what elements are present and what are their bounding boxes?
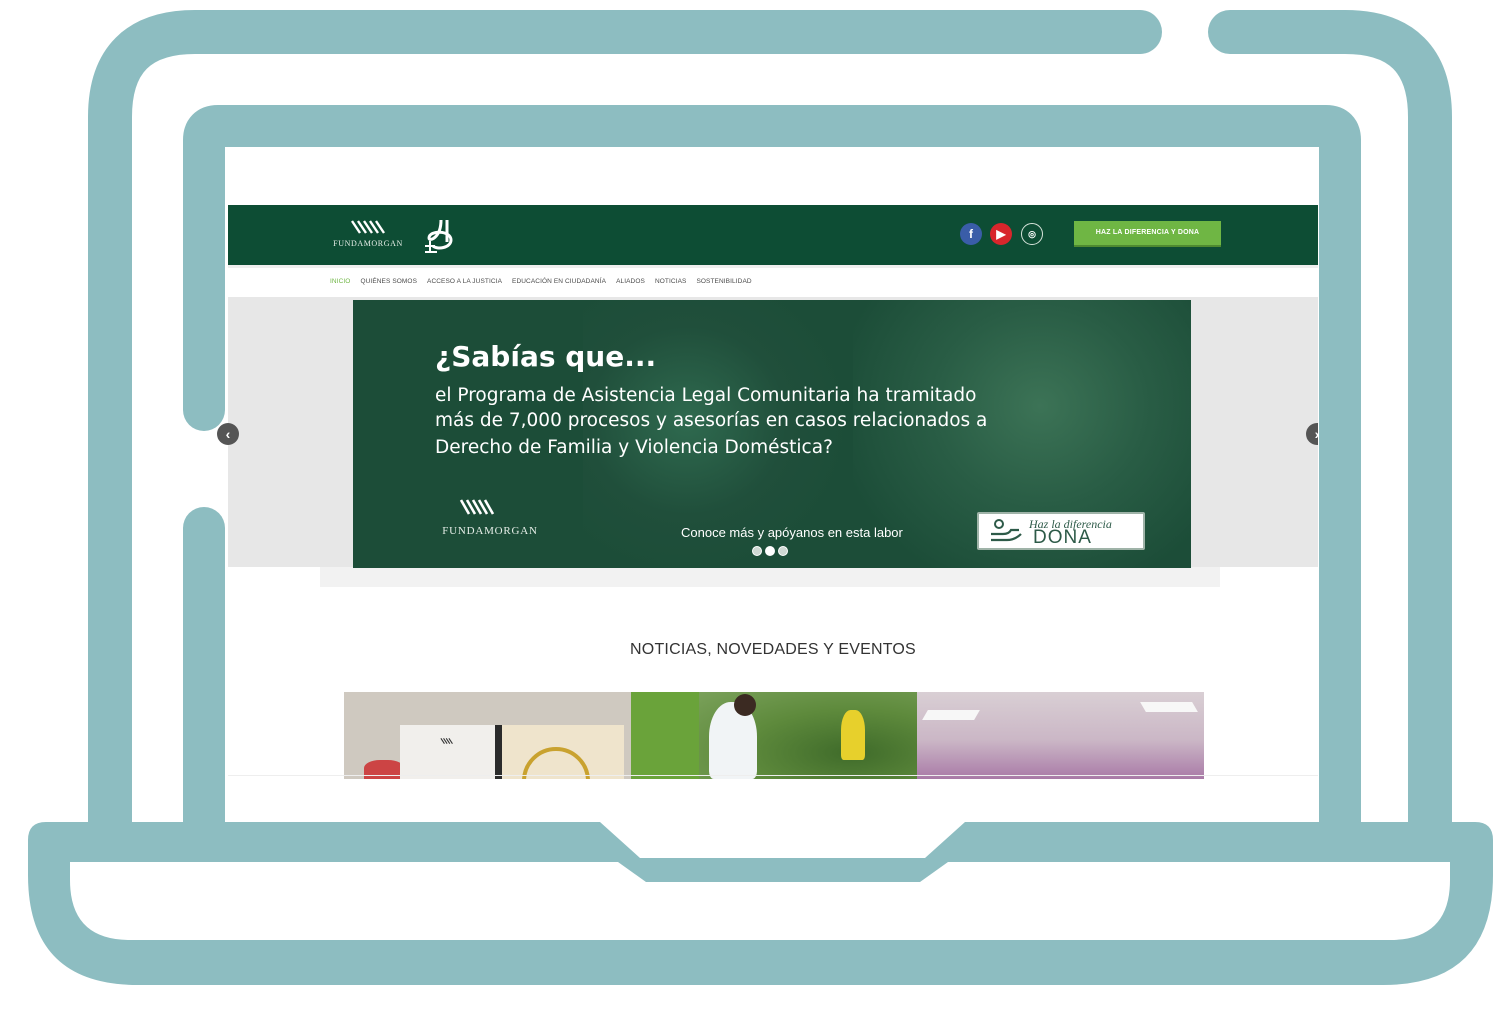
nav-item-noticias[interactable]: NOTICIAS <box>655 278 687 288</box>
slider-dot[interactable] <box>778 546 788 556</box>
program-logo-icon[interactable] <box>421 216 461 254</box>
dona-big-text: DONA <box>1033 527 1092 548</box>
donate-cta-button[interactable]: HAZ LA DIFERENCIA Y DONA <box>1074 221 1221 245</box>
slider-dot[interactable] <box>752 546 762 556</box>
news-tile-volunteers[interactable] <box>699 692 917 779</box>
tile-decor <box>922 710 980 720</box>
news-section-title: NOTICIAS, NOVEDADES Y EVENTOS <box>630 641 916 658</box>
slider-dot-active[interactable] <box>765 546 775 556</box>
news-tile-event-banners[interactable] <box>344 692 631 779</box>
brand-logo[interactable]: FUNDAMORGAN <box>328 217 408 253</box>
nav-divider <box>228 265 1318 268</box>
tile-decor <box>734 694 756 716</box>
slider-next-arrow[interactable]: › <box>1306 423 1318 445</box>
news-tiles <box>344 692 1204 779</box>
news-tile-green[interactable] <box>631 692 699 779</box>
slider-shadow <box>320 567 1220 587</box>
brand-name: FUNDAMORGAN <box>333 239 403 248</box>
tile-decor <box>1140 702 1198 712</box>
tile-decor <box>841 710 865 760</box>
slide-cta-text: Conoce más y apóyanos en esta labor <box>681 525 903 540</box>
slide-text-line-2: más de 7,000 procesos y asesorías en cas… <box>435 410 988 431</box>
slide-text-line-1: el Programa de Asistencia Legal Comunita… <box>435 385 977 406</box>
slide-logo-icon <box>459 499 495 515</box>
helping-hand-icon <box>991 519 1022 542</box>
nav-item-educacion[interactable]: EDUCACIÓN EN CIUDADANÍA <box>512 278 606 288</box>
youtube-icon[interactable]: ▶ <box>990 223 1012 245</box>
nav-item-sostenibilidad[interactable]: SOSTENIBILIDAD <box>696 278 751 288</box>
chevron-right-icon: › <box>1306 423 1318 445</box>
slide-title: ¿Sabías que... <box>435 340 657 373</box>
nav-item-aliados[interactable]: ALIADOS <box>616 278 645 288</box>
dona-button[interactable]: Haz la diferencia DONA <box>977 512 1145 550</box>
fundamorgan-logo-icon <box>351 220 385 234</box>
instagram-icon[interactable]: ◎ <box>1021 223 1043 245</box>
facebook-icon[interactable]: f <box>960 223 982 245</box>
nav-item-acceso-justicia[interactable]: ACCESO A LA JUSTICIA <box>427 278 502 288</box>
donate-cta-shadow <box>1074 245 1221 247</box>
nav-item-quienes-somos[interactable]: QUIÉNES SOMOS <box>360 278 417 288</box>
slider-dots <box>752 546 788 556</box>
hero-slide[interactable]: ¿Sabías que... el Programa de Asistencia… <box>353 300 1191 568</box>
website-screen: FUNDAMORGAN f ▶ ◎ HAZ LA DIFERENCIA Y DO… <box>228 147 1318 817</box>
site-header: FUNDAMORGAN f ▶ ◎ HAZ LA DIFERENCIA Y DO… <box>228 205 1318 265</box>
news-tile-room[interactable] <box>917 692 1204 779</box>
tile-decor <box>495 725 502 779</box>
page-divider <box>228 775 1318 776</box>
slide-logo-text: FUNDAMORGAN <box>442 525 538 537</box>
slide-text-line-3: Derecho de Familia y Violencia Doméstica… <box>435 437 833 458</box>
tile-decor <box>364 760 404 779</box>
chevron-left-icon: ‹ <box>225 426 231 442</box>
banner-logo-icon <box>440 738 453 744</box>
tile-decor <box>400 725 495 779</box>
main-nav: INICIO QUIÉNES SOMOS ACCESO A LA JUSTICI… <box>330 278 762 288</box>
slider-prev-arrow[interactable]: ‹ <box>217 423 239 445</box>
nav-item-inicio[interactable]: INICIO <box>330 278 350 288</box>
